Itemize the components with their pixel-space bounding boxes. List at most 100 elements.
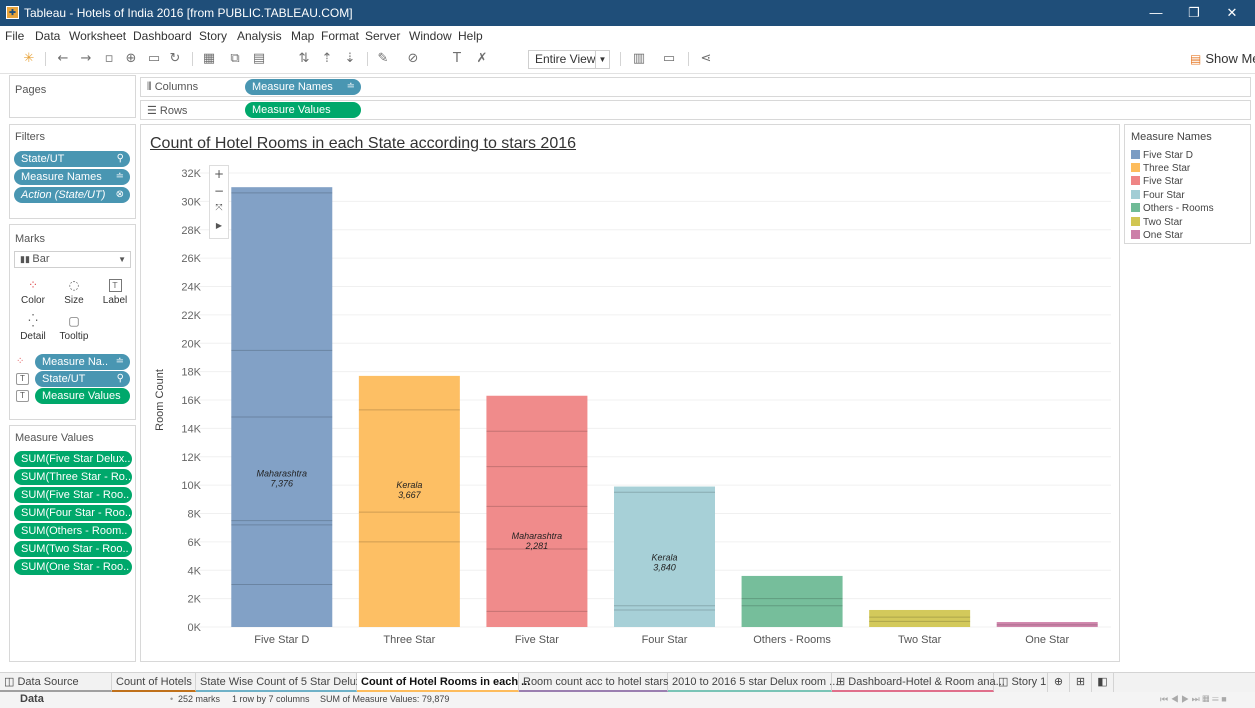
menu-story[interactable]: Story	[199, 29, 227, 43]
measure-value-pill[interactable]: SUM(Two Star - Roo..	[14, 541, 132, 557]
mark-type-dropdown[interactable]: ▮▮ Bar ▼	[14, 251, 131, 268]
legend-item[interactable]: Four Star	[1131, 190, 1185, 202]
filter-icon: ⚲	[116, 373, 124, 384]
new-story-tab-icon[interactable]: ◧	[1092, 673, 1114, 692]
save-icon[interactable]: ▫	[100, 50, 118, 68]
tableau-app-icon: ✚	[6, 6, 19, 19]
menu-server[interactable]: Server	[365, 29, 400, 43]
pages-title: Pages	[15, 84, 47, 96]
tab-sheet[interactable]: Room count acc to hotel stars	[519, 673, 669, 692]
menu-format[interactable]: Format	[321, 29, 359, 43]
swap-rows-columns-icon[interactable]: ⇅	[295, 50, 313, 68]
filter-pill-measure-names[interactable]: Measure Names ≐	[14, 169, 130, 185]
y-tick-label: 26K	[181, 253, 201, 265]
presentation-mode-icon[interactable]: ▭	[660, 50, 678, 68]
rows-shelf[interactable]: ☰ Rows Measure Values	[140, 100, 1251, 120]
tooltip-button[interactable]: ▢ Tooltip	[55, 311, 93, 347]
tab-sheet[interactable]: Count of Hotels	[112, 673, 196, 692]
filter-pill-action[interactable]: Action (State/UT) ⊗	[14, 187, 130, 203]
marks-dot-icon: •	[170, 694, 174, 704]
sheet-navigation-icons[interactable]: ⏮ ◀ ▶ ⏭ ▦ ☰ ■	[1160, 694, 1227, 705]
marks-card[interactable]: Marks ▮▮ Bar ▼ ⁘ Color ◌ Size T Label ⁛ Deta…	[9, 224, 136, 420]
toolbar: ✳ ← → ▫ ⊕ ▭ ↻ ▦ ⧉ ▤ ⇅ ⇡ ⇣ ✎ ⊘ T ✗ Entire…	[0, 44, 1255, 74]
expand-arrow-icon[interactable]: ▶	[210, 217, 228, 234]
legend-item[interactable]: Two Star	[1131, 217, 1182, 229]
measure-value-pill[interactable]: SUM(Four Star - Roo..	[14, 505, 132, 521]
forward-icon[interactable]: →	[77, 50, 95, 68]
bar-chart[interactable]: 0K 2K 4K 6K 8K 10K 12K 14K 16K 18K 20K 22K 24K 26K 28K…	[141, 125, 1119, 661]
fit-dropdown[interactable]: Entire View ▼	[528, 50, 610, 69]
new-worksheet-icon[interactable]: ▦	[200, 50, 218, 68]
tab-dashboard[interactable]: ⊞ Dashboard-Hotel & Room ana...	[832, 673, 1005, 692]
maximize-icon[interactable]: ❐	[1176, 2, 1212, 24]
filter-pill-state[interactable]: State/UT ⚲	[14, 151, 130, 167]
menu-analysis[interactable]: Analysis	[237, 29, 282, 43]
columns-pill-measure-names[interactable]: Measure Names ≐	[245, 79, 361, 95]
bar	[741, 575, 843, 627]
tab-sheet[interactable]: 2010 to 2016 5 star Delux room ...	[668, 673, 838, 692]
refresh-icon[interactable]: ↻	[166, 50, 184, 68]
tab-data-source[interactable]: ◫ Data Source	[0, 673, 112, 692]
menu-map[interactable]: Map	[291, 29, 314, 43]
tab-sheet[interactable]: State Wise Count of 5 Star Delux...	[196, 673, 371, 692]
menu-dashboard[interactable]: Dashboard	[133, 29, 192, 43]
duplicate-sheet-icon[interactable]: ⧉	[226, 50, 244, 68]
columns-shelf[interactable]: ⫴ Columns Measure Names ≐	[140, 77, 1251, 97]
size-button[interactable]: ◌ Size	[55, 275, 93, 311]
measure-value-pill[interactable]: SUM(One Star - Roo..	[14, 559, 132, 575]
y-tick-label: 22K	[181, 310, 201, 322]
show-me-button[interactable]: ▤ Show Me	[1190, 51, 1255, 66]
measure-value-pill[interactable]: SUM(Five Star Delux..	[14, 451, 132, 467]
new-dashboard-tab-icon[interactable]: ⊞	[1070, 673, 1092, 692]
show-cards-icon[interactable]: ▥	[630, 50, 648, 68]
legend-item[interactable]: Three Star	[1131, 163, 1190, 175]
tab-story[interactable]: ◫ Story 1	[994, 673, 1048, 692]
group-members-icon[interactable]: ⊘	[404, 50, 422, 68]
back-icon[interactable]: ←	[54, 50, 72, 68]
close-icon[interactable]: ✕	[1214, 2, 1250, 24]
filters-card[interactable]: Filters State/UT ⚲ Measure Names ≐ Action …	[9, 124, 136, 219]
color-button[interactable]: ⁘ Color	[14, 275, 52, 311]
detail-button[interactable]: ⁛ Detail	[14, 311, 52, 347]
menu-window[interactable]: Window	[409, 29, 452, 43]
legend-item[interactable]: Others - Rooms	[1131, 203, 1214, 215]
chart-view[interactable]: Count of Hotel Rooms in each State accor…	[140, 124, 1120, 662]
toolbar-divider	[45, 52, 46, 66]
reset-axes-icon[interactable]: ⤧	[210, 200, 228, 217]
menu-worksheet[interactable]: Worksheet	[69, 29, 126, 43]
marks-pill-measure-names[interactable]: Measure Na.. ≐	[35, 354, 130, 370]
clear-sheet-icon[interactable]: ▤	[250, 50, 268, 68]
measure-values-card[interactable]: Measure Values SUM(Five Star Delux.. SUM…	[9, 425, 136, 662]
legend-card[interactable]: Measure Names Five Star D Three Star Fiv…	[1124, 124, 1251, 244]
new-data-source-icon[interactable]: ⊕	[122, 50, 140, 68]
rows-pill-measure-values[interactable]: Measure Values	[245, 102, 361, 118]
zoom-out-icon[interactable]: −	[210, 183, 228, 200]
legend-swatch	[1131, 150, 1140, 159]
measure-value-pill[interactable]: SUM(Three Star - Ro..	[14, 469, 132, 485]
label-button[interactable]: T Label	[96, 275, 134, 311]
sort-ascending-icon[interactable]: ⇡	[318, 50, 336, 68]
zoom-in-icon[interactable]: +	[210, 166, 228, 183]
fix-axes-icon[interactable]: ✗	[473, 50, 491, 68]
menu-data[interactable]: Data	[35, 29, 60, 43]
highlight-icon[interactable]: ✎	[374, 50, 392, 68]
show-mark-labels-icon[interactable]: T	[448, 50, 466, 68]
marks-pill-measure-values[interactable]: Measure Values	[35, 388, 130, 404]
new-worksheet-tab-icon[interactable]: ⊕	[1048, 673, 1070, 692]
menu-file[interactable]: File	[5, 29, 24, 43]
legend-item[interactable]: Five Star D	[1131, 150, 1193, 162]
measure-value-pill[interactable]: SUM(Five Star - Roo..	[14, 487, 132, 503]
pause-updates-icon[interactable]: ▭	[145, 50, 163, 68]
measure-value-pill[interactable]: SUM(Others - Room..	[14, 523, 132, 539]
marks-pill-state[interactable]: State/UT ⚲	[35, 371, 130, 387]
menu-help[interactable]: Help	[458, 29, 483, 43]
x-tick-label: One Star	[1025, 634, 1069, 646]
sort-descending-icon[interactable]: ⇣	[341, 50, 359, 68]
legend-item[interactable]: One Star	[1131, 230, 1183, 242]
tab-sheet-active[interactable]: Count of Hotel Rooms in each ...	[357, 673, 530, 692]
share-icon[interactable]: ⋖	[697, 50, 715, 68]
tableau-logo-icon[interactable]: ✳	[20, 50, 38, 68]
legend-item[interactable]: Five Star	[1131, 176, 1183, 188]
pages-card[interactable]: Pages	[9, 75, 136, 118]
minimize-icon[interactable]: —	[1138, 2, 1174, 24]
